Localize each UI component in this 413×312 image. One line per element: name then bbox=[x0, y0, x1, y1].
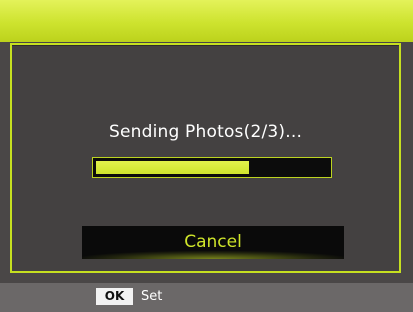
progress-fill bbox=[96, 161, 249, 174]
ok-key-icon[interactable]: OK bbox=[96, 288, 133, 305]
top-bar bbox=[0, 0, 413, 42]
cancel-button-label: Cancel bbox=[184, 232, 242, 252]
ok-action-label: Set bbox=[141, 289, 163, 304]
bottom-bar: OK Set bbox=[0, 283, 413, 312]
status-message: Sending Photos(2/3)... bbox=[108, 122, 303, 142]
progress-bar bbox=[92, 157, 332, 178]
cancel-button[interactable]: Cancel bbox=[82, 226, 344, 259]
cancel-button-glow bbox=[82, 251, 344, 259]
send-progress-dialog: Sending Photos(2/3)... Cancel bbox=[10, 43, 401, 273]
dialog-divider bbox=[12, 45, 399, 46]
